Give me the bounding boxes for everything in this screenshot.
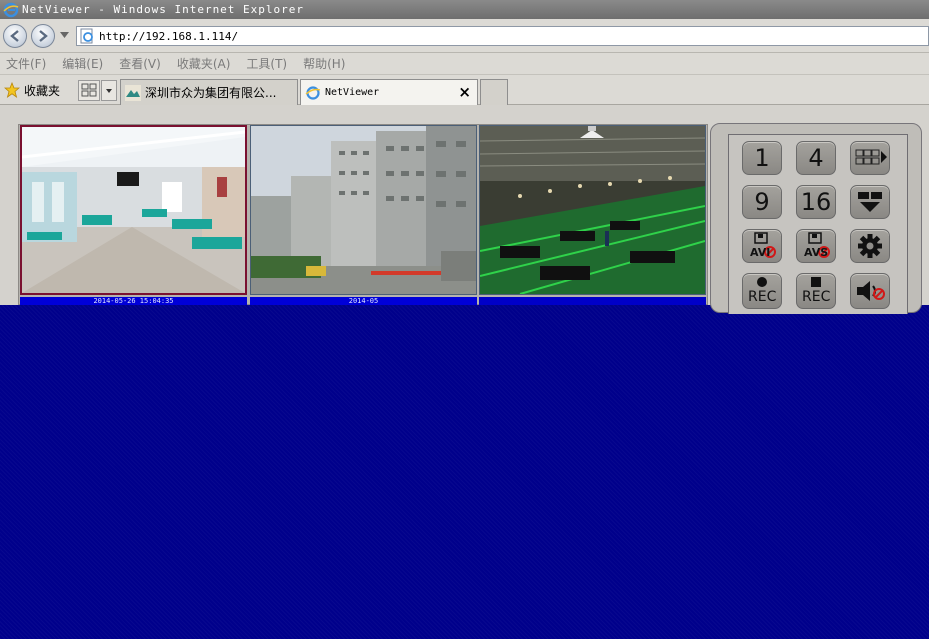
avi-icon: AVI: [747, 232, 777, 260]
speaker-mute-icon: [857, 281, 885, 301]
more-layouts-button[interactable]: [850, 185, 890, 219]
url-text: http://192.168.1.114/: [99, 29, 239, 43]
new-tab-button[interactable]: [480, 79, 508, 105]
record-dot-icon: [757, 277, 767, 287]
grid-icon: [81, 83, 97, 97]
control-panel-inner: 1 4 9 16 AVI AVS REC REC: [728, 134, 908, 314]
camera-3-image: [480, 126, 705, 294]
title-bar: NetViewer - Windows Internet Explorer: [0, 0, 929, 19]
rec-icon: REC: [744, 275, 780, 307]
camera-1-image: [22, 127, 245, 293]
grid-next-icon: [855, 149, 887, 165]
stop-square-icon: [811, 277, 821, 287]
menu-favorites[interactable]: 收藏夹(A): [177, 55, 231, 72]
camera-3-osd: [479, 297, 706, 305]
favorites-button[interactable]: 收藏夹: [4, 81, 60, 99]
page-content: 2014-05-26 15:04:35 2014-05 1 4 9 16 AVI…: [0, 105, 929, 639]
next-group-button[interactable]: [850, 141, 890, 175]
camera-view-2[interactable]: [250, 125, 477, 295]
forward-button[interactable]: [31, 24, 55, 48]
menu-bar: 文件(F) 编辑(E) 查看(V) 收藏夹(A) 工具(T) 帮助(H): [0, 53, 929, 74]
page-icon: [80, 28, 93, 44]
avs-icon: AVS: [801, 232, 831, 260]
layout-dropdown-icon: [858, 192, 882, 212]
back-button[interactable]: [3, 24, 27, 48]
favorites-label: 收藏夹: [24, 83, 61, 98]
arrow-left-icon: [10, 30, 19, 42]
close-tab-icon[interactable]: ×: [458, 83, 471, 101]
tab-label: 深圳市众为集团有限公...: [145, 86, 277, 100]
stop-record-button[interactable]: REC: [796, 273, 836, 309]
mute-button[interactable]: [850, 273, 890, 309]
tab-list-dropdown[interactable]: [101, 80, 117, 101]
settings-button[interactable]: [850, 229, 890, 263]
rec-stop-icon: REC: [798, 275, 834, 307]
menu-view[interactable]: 查看(V): [119, 55, 161, 72]
layout-16-button[interactable]: 16: [796, 185, 836, 219]
record-avs-button[interactable]: AVS: [796, 229, 836, 263]
quick-tabs-button[interactable]: [78, 80, 100, 101]
camera-view-1[interactable]: [20, 125, 247, 295]
site-favicon-icon: [125, 84, 141, 101]
chevron-down-icon: [106, 89, 112, 93]
ie-logo-icon: [3, 2, 19, 17]
star-icon: [4, 82, 20, 98]
control-panel: 1 4 9 16 AVI AVS REC REC: [710, 123, 922, 314]
history-dropdown-icon[interactable]: [60, 32, 69, 38]
tab-label: NetViewer: [325, 87, 380, 98]
window-title: NetViewer - Windows Internet Explorer: [22, 3, 305, 16]
menu-help[interactable]: 帮助(H): [303, 55, 345, 72]
tab-netviewer[interactable]: NetViewer ×: [300, 79, 478, 105]
arrow-right-icon: [39, 30, 48, 42]
camera-view-3[interactable]: [479, 125, 706, 295]
tab-company[interactable]: 深圳市众为集团有限公...: [120, 79, 298, 105]
ie-page-icon: [305, 85, 321, 100]
record-avi-button[interactable]: AVI: [742, 229, 782, 263]
layout-1-button[interactable]: 1: [742, 141, 782, 175]
camera-2-osd: 2014-05: [250, 297, 477, 305]
address-input[interactable]: http://192.168.1.114/: [76, 26, 929, 46]
gear-icon: [858, 234, 882, 258]
menu-file[interactable]: 文件(F): [6, 55, 46, 72]
menu-tools[interactable]: 工具(T): [246, 55, 287, 72]
camera-2-image: [251, 126, 476, 294]
layout-9-button[interactable]: 9: [742, 185, 782, 219]
tab-bar: 收藏夹 深圳市众为集团有限公... NetViewer ×: [0, 74, 929, 105]
address-bar: http://192.168.1.114/: [0, 19, 929, 53]
camera-1-osd: 2014-05-26 15:04:35: [20, 297, 247, 305]
record-all-button[interactable]: REC: [742, 273, 782, 309]
layout-4-button[interactable]: 4: [796, 141, 836, 175]
menu-edit[interactable]: 编辑(E): [62, 55, 103, 72]
